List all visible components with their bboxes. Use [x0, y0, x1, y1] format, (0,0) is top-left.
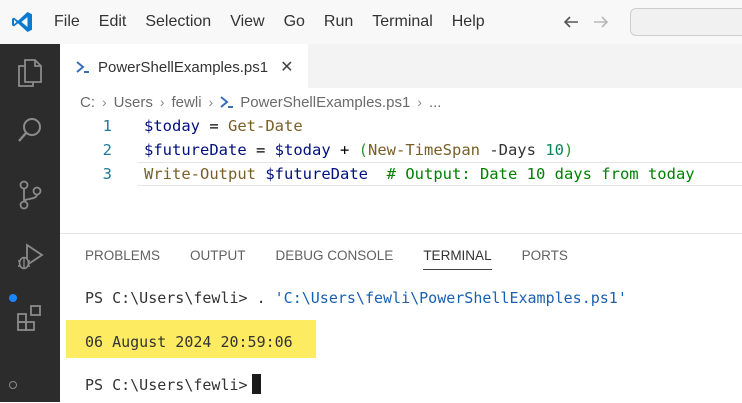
run-debug-icon[interactable]	[0, 232, 60, 282]
tab-terminal[interactable]: TERMINAL	[423, 248, 492, 270]
chevron-right-icon: ›	[159, 94, 165, 110]
line-number: 1	[102, 117, 112, 135]
token-paren: (	[358, 141, 368, 159]
terminal-dot-source: .	[256, 289, 275, 307]
token-variable: $futureDate	[144, 141, 247, 159]
terminal-prompt-line: PS C:\Users\fewli>	[85, 373, 261, 397]
chevron-right-icon: ›	[417, 94, 422, 110]
arrow-right-icon[interactable]	[586, 0, 616, 44]
panel-tabs: PROBLEMS OUTPUT DEBUG CONSOLE TERMINAL P…	[85, 248, 598, 270]
arrow-left-icon[interactable]	[556, 0, 586, 44]
token-operator: =	[200, 117, 228, 135]
source-control-icon[interactable]	[0, 170, 60, 220]
line-content: $today = Get-Date	[144, 114, 303, 138]
menu-terminal[interactable]: Terminal	[372, 0, 432, 44]
code-line-current: 3 Write-Output $futureDate # Output: Dat…	[60, 162, 742, 186]
menu-go[interactable]: Go	[284, 0, 305, 44]
vscode-logo-icon	[0, 0, 44, 44]
close-icon[interactable]: ✕	[280, 57, 293, 77]
terminal-command-line: PS C:\Users\fewli> . 'C:\Users\fewli\Pow…	[85, 286, 627, 310]
token-parameter: -Days	[479, 141, 546, 159]
files-icon[interactable]	[0, 48, 60, 98]
code-editor[interactable]: 1 $today = Get-Date 2 $futureDate = $tod…	[60, 114, 742, 186]
token-cmdlet: New-TimeSpan	[368, 141, 480, 159]
token-variable: $futureDate	[265, 165, 368, 183]
menu-bar: File Edit Selection View Go Run Terminal…	[44, 0, 504, 44]
token-number: 10	[545, 141, 564, 159]
tab-debug-console[interactable]: DEBUG CONSOLE	[276, 248, 394, 270]
menu-selection[interactable]: Selection	[145, 0, 211, 44]
breadcrumb-users[interactable]: Users	[114, 94, 153, 111]
line-content: $futureDate = $today + (New-TimeSpan -Da…	[144, 138, 573, 162]
activity-bar	[0, 44, 60, 402]
terminal-script-path: 'C:\Users\fewli\PowerShellExamples.ps1'	[274, 289, 627, 307]
terminal-prompt: PS C:\Users\fewli>	[85, 376, 248, 394]
tab-problems[interactable]: PROBLEMS	[85, 248, 160, 270]
token-cmdlet: Write-Output	[144, 165, 256, 183]
tab-powershell-examples[interactable]: PowerShellExamples.ps1 ✕	[60, 44, 308, 89]
line-number: 3	[102, 165, 112, 183]
token-operator: +	[330, 141, 359, 159]
token-paren: )	[563, 141, 574, 159]
menu-file[interactable]: File	[54, 0, 80, 44]
navigation-arrows	[556, 0, 616, 44]
powershell-icon	[220, 96, 234, 108]
search-icon[interactable]	[0, 106, 60, 156]
menu-help[interactable]: Help	[452, 0, 485, 44]
code-line: 2 $futureDate = $today + (New-TimeSpan -…	[60, 138, 742, 162]
menu-view[interactable]: View	[230, 0, 264, 44]
command-pending-dot-icon[interactable]	[9, 381, 17, 389]
breadcrumb-file[interactable]: PowerShellExamples.ps1	[240, 94, 410, 111]
chevron-right-icon: ›	[208, 94, 214, 110]
token-comment: # Output: Date 10 days from today	[386, 165, 695, 183]
terminal-cursor	[251, 374, 261, 394]
chevron-right-icon: ›	[102, 94, 107, 110]
command-center-search[interactable]	[630, 8, 742, 36]
tab-output[interactable]: OUTPUT	[190, 248, 246, 270]
terminal-output: 06 August 2024 20:59:06	[85, 333, 293, 351]
title-bar: File Edit Selection View Go Run Terminal…	[0, 0, 742, 44]
editor-tabs-bar: PowerShellExamples.ps1 ✕	[60, 44, 742, 89]
token-variable: $today	[274, 141, 331, 159]
breadcrumb-more[interactable]: ...	[429, 94, 442, 111]
token-operator: =	[246, 141, 275, 159]
powershell-icon	[76, 61, 90, 73]
tab-ports[interactable]: PORTS	[522, 248, 568, 270]
breadcrumb-drive[interactable]: C:	[80, 94, 95, 111]
menu-edit[interactable]: Edit	[99, 0, 127, 44]
code-line: 1 $today = Get-Date	[60, 114, 742, 138]
line-number: 2	[102, 141, 112, 159]
line-content: Write-Output $futureDate # Output: Date …	[144, 162, 695, 186]
menu-run[interactable]: Run	[324, 0, 353, 44]
terminal-prompt: PS C:\Users\fewli>	[85, 289, 257, 307]
tab-label: PowerShellExamples.ps1	[98, 58, 269, 76]
command-success-dot-icon[interactable]	[9, 294, 17, 302]
token-cmdlet: Get-Date	[228, 117, 303, 135]
breadcrumb: C: › Users › fewli › PowerShellExamples.…	[80, 90, 441, 114]
token-variable: $today	[144, 117, 200, 135]
breadcrumb-fewli[interactable]: fewli	[172, 94, 202, 111]
